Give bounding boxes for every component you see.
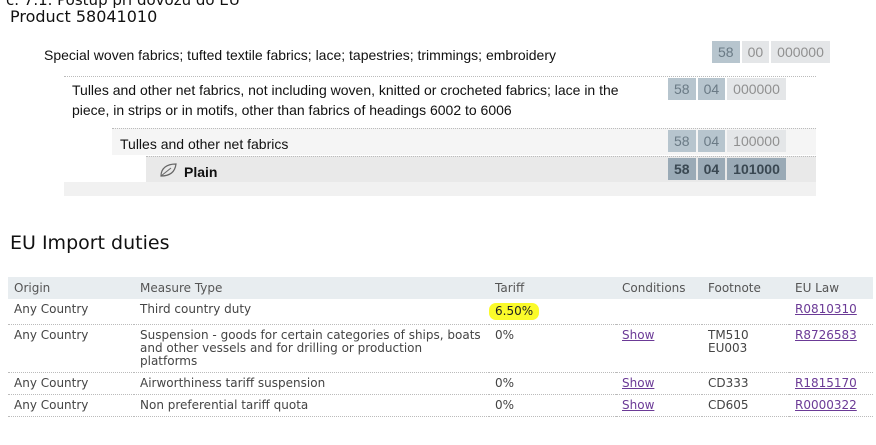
conditions-show-link[interactable]: Show — [622, 376, 654, 390]
code-sub: 100000 — [727, 130, 786, 152]
measure-type-cell: Suspension - goods for certain categorie… — [134, 324, 489, 373]
table-row: Any Country Third country duty 6.50% R08… — [8, 299, 873, 325]
tariff-cell: 0% — [489, 324, 616, 373]
code-chapter: 58 — [668, 78, 696, 100]
code-sub: 101000 — [727, 158, 786, 180]
column-header-origin: Origin — [8, 277, 134, 299]
eu-law-link[interactable]: R8726583 — [795, 328, 857, 342]
footnote-cell — [702, 299, 789, 325]
eu-law-cell: R1815170 — [789, 372, 873, 395]
tariff-cell: 0% — [489, 394, 616, 417]
table-header-row: Origin Measure Type Tariff Conditions Fo… — [8, 277, 873, 299]
product-title: Product 58041010 — [10, 7, 158, 26]
commodity-code: 58 04 101000 — [668, 158, 786, 180]
import-duties-table: Origin Measure Type Tariff Conditions Fo… — [8, 277, 873, 417]
code-chapter: 58 — [668, 130, 696, 152]
table-row: Any Country Suspension - goods for certa… — [8, 324, 873, 373]
conditions-cell — [616, 299, 702, 325]
nomenclature-footer-band — [64, 182, 816, 196]
nomenclature-row-chapter: Special woven fabrics; tufted textile fa… — [36, 40, 830, 66]
tariff-cell: 6.50% — [489, 299, 616, 325]
eu-law-link[interactable]: R1815170 — [795, 376, 857, 390]
nomenclature-description: Tulles and other net fabrics — [120, 136, 289, 152]
code-chapter: 58 — [712, 41, 740, 63]
measure-type-cell: Airworthiness tariff suspension — [134, 372, 489, 395]
conditions-show-link[interactable]: Show — [622, 398, 654, 412]
code-heading: 00 — [741, 41, 770, 63]
conditions-cell: Show — [616, 394, 702, 417]
nomenclature-description: Plain — [184, 164, 218, 180]
nomenclature-description: Tulles and other net fabrics, not includ… — [72, 82, 619, 118]
measure-type-cell: Non preferential tariff quota — [134, 394, 489, 417]
eu-law-link[interactable]: R0810310 — [795, 302, 857, 316]
commodity-code: 58 04 000000 — [668, 78, 786, 100]
measure-type-cell: Third country duty — [134, 299, 489, 325]
table-row: Any Country Non preferential tariff quot… — [8, 394, 873, 417]
footnote-cell: CD605 — [702, 394, 789, 417]
code-heading: 04 — [697, 158, 726, 180]
tariff-highlight: 6.50% — [489, 303, 540, 320]
eu-law-cell: R0000322 — [789, 394, 873, 417]
conditions-show-link[interactable]: Show — [622, 328, 654, 342]
tariff-cell: 0% — [489, 372, 616, 395]
footnote-cell: CD333 — [702, 372, 789, 395]
origin-cell: Any Country — [8, 324, 134, 373]
eu-law-cell: R0810310 — [789, 299, 873, 325]
column-header-measure-type: Measure Type — [134, 277, 489, 299]
commodity-code: 58 00 000000 — [712, 41, 830, 63]
footnote-cell: TM510 EU003 — [702, 324, 789, 373]
nomenclature-description: Special woven fabrics; tufted textile fa… — [44, 47, 556, 63]
duties-section-title: EU Import duties — [10, 232, 170, 254]
table-row: Any Country Airworthiness tariff suspens… — [8, 372, 873, 395]
code-chapter: 58 — [668, 158, 696, 180]
origin-cell: Any Country — [8, 394, 134, 417]
eu-law-cell: R8726583 — [789, 324, 873, 373]
code-heading: 04 — [697, 78, 726, 100]
commodity-code: 58 04 100000 — [668, 130, 786, 152]
code-sub: 000000 — [771, 41, 830, 63]
nomenclature-row-heading: Tulles and other net fabrics, not includ… — [64, 76, 816, 129]
leaf-icon — [160, 163, 177, 177]
eu-law-link[interactable]: R0000322 — [795, 398, 857, 412]
nomenclature-row-subheading: Tulles and other net fabrics 58 04 10000… — [112, 128, 816, 155]
origin-cell: Any Country — [8, 372, 134, 395]
column-header-conditions: Conditions — [616, 277, 702, 299]
origin-cell: Any Country — [8, 299, 134, 325]
code-sub: 000000 — [727, 78, 786, 100]
nomenclature-row-leaf: Plain 58 04 101000 — [146, 156, 816, 183]
column-header-eu-law: EU Law — [789, 277, 873, 299]
column-header-tariff: Tariff — [489, 277, 616, 299]
column-header-footnote: Footnote — [702, 277, 789, 299]
conditions-cell: Show — [616, 324, 702, 373]
code-heading: 04 — [697, 130, 726, 152]
conditions-cell: Show — [616, 372, 702, 395]
